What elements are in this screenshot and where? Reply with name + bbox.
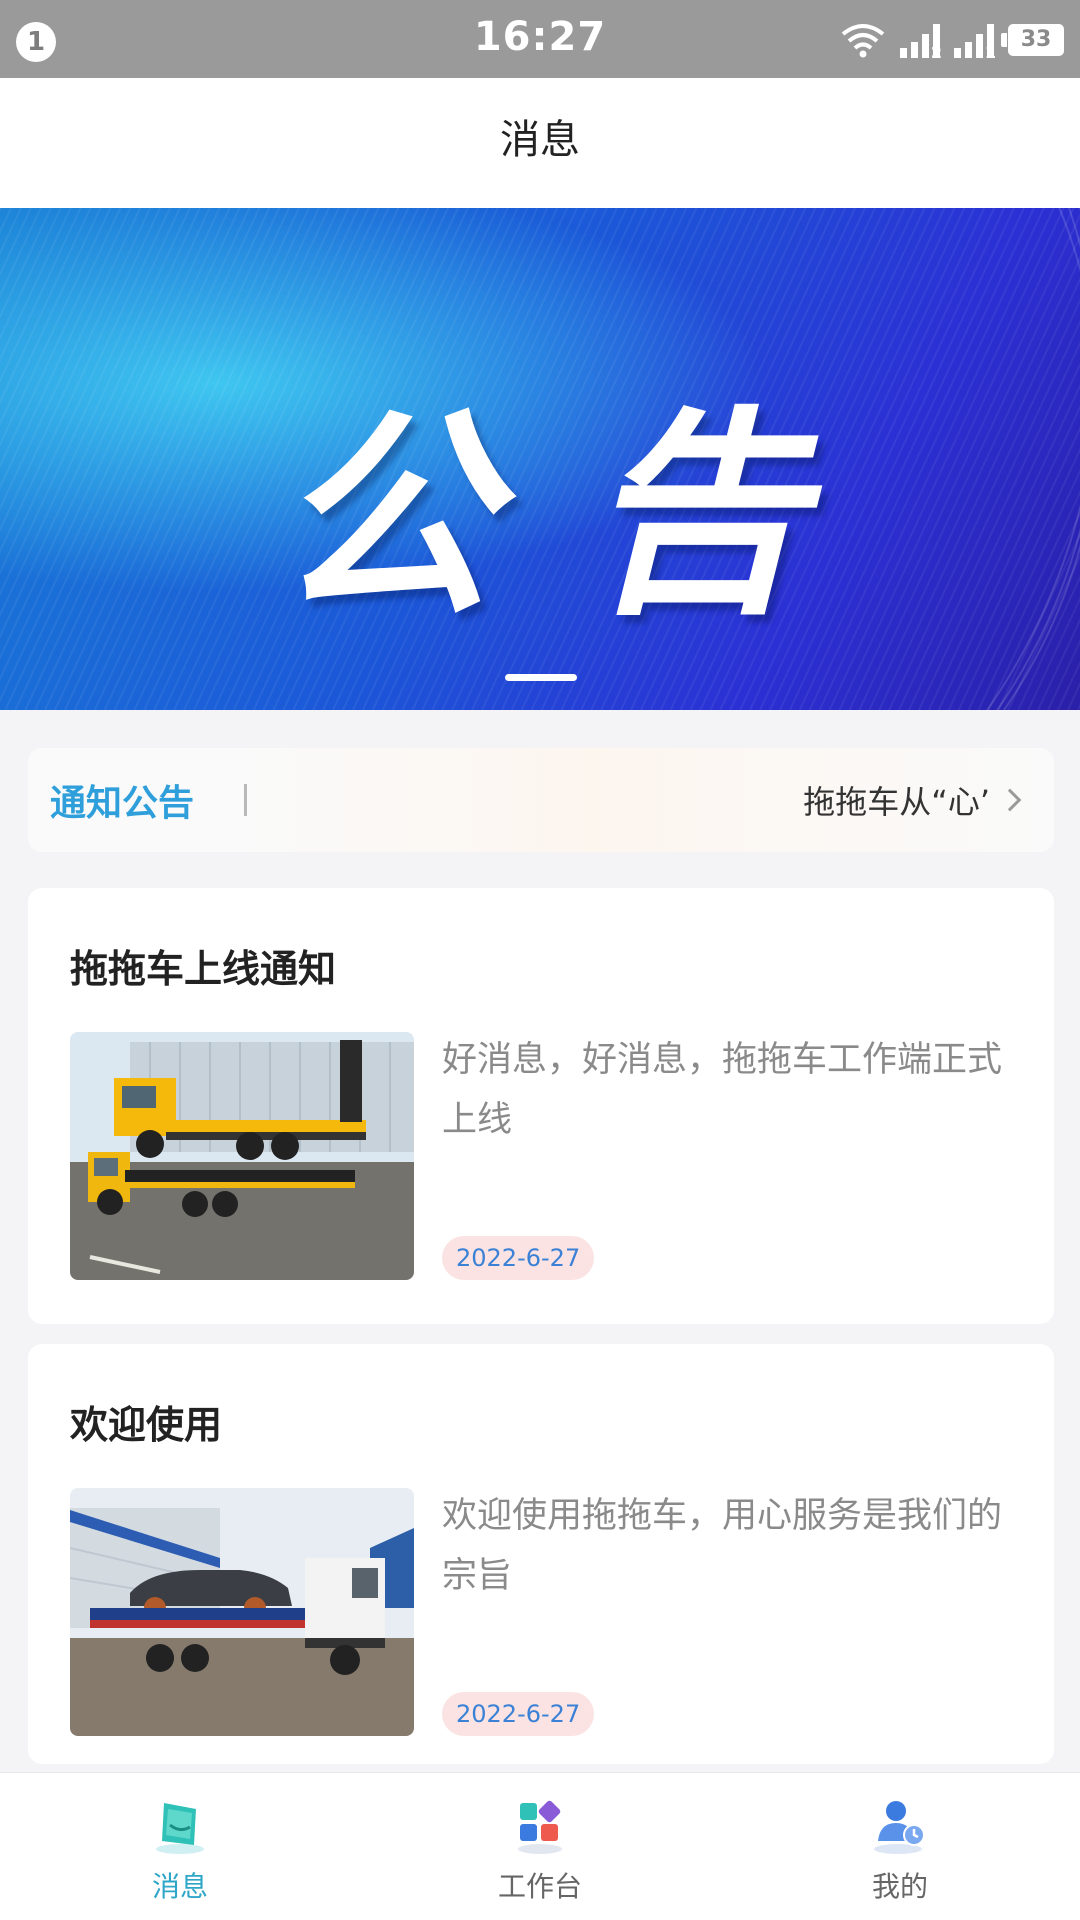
- message-description: 欢迎使用拖拖车，用心服务是我们的宗旨: [442, 1496, 1003, 1596]
- notice-bar[interactable]: 通知公告 拖拖车从“心’: [28, 748, 1054, 852]
- chevron-right-icon[interactable]: [998, 788, 1022, 812]
- message-title: 拖拖车上线通知: [70, 947, 337, 991]
- message-title: 欢迎使用: [70, 1403, 223, 1447]
- tab-label: 工作台: [497, 1870, 582, 1903]
- message-date-badge: 2022-6-27: [442, 1236, 595, 1280]
- workbench-icon: [510, 1795, 570, 1855]
- sim1-label: 2: [930, 43, 942, 62]
- wifi-icon: [841, 24, 885, 58]
- status-bar: 1 16:27 2 1 33: [0, 0, 1080, 78]
- notice-scroll-text[interactable]: 拖拖车从“心’: [803, 777, 990, 823]
- message-description: 好消息，好消息，拖拖车工作端正式上线: [442, 1040, 1003, 1140]
- tab-label: 消息: [151, 1870, 208, 1903]
- tab-workbench[interactable]: 工作台: [360, 1773, 720, 1920]
- announcement-banner[interactable]: 公告: [0, 208, 1080, 710]
- notice-label: 通知公告: [50, 783, 195, 824]
- message-date-badge: 2022-6-27: [442, 1692, 595, 1736]
- sim2-label: 1: [984, 43, 996, 62]
- tow-truck-image: [70, 1032, 414, 1280]
- status-icons: 2 1 33: [840, 18, 1064, 62]
- tab-label: 我的: [871, 1870, 928, 1903]
- message-card[interactable]: 欢迎使用 欢迎使用拖拖车，用心服务是我们的宗旨 2022-6-27: [28, 1344, 1054, 1764]
- signal-icon: 1: [954, 22, 996, 62]
- bottom-tab-bar: 消息 工作台 我的: [0, 1772, 1080, 1920]
- banner-slide-indicator: [505, 674, 577, 681]
- tab-messages[interactable]: 消息: [0, 1773, 360, 1920]
- page-title: 消息: [500, 117, 580, 163]
- message-card[interactable]: 拖拖车上线通知 好消息，好消息，拖拖车工作端正式上线 2022-6-27: [28, 888, 1054, 1324]
- signal-icon: 2: [900, 22, 942, 62]
- notice-divider: [244, 784, 248, 816]
- message-icon: [150, 1795, 210, 1855]
- banner-title: 公告: [275, 388, 895, 644]
- message-thumbnail: [70, 1488, 414, 1736]
- battery-icon: 33: [1001, 24, 1064, 56]
- tab-profile[interactable]: 我的: [720, 1773, 1080, 1920]
- message-thumbnail: [70, 1032, 414, 1280]
- app-header: 消息: [0, 78, 1080, 208]
- tow-truck-image: [70, 1488, 414, 1736]
- profile-icon: [870, 1795, 930, 1855]
